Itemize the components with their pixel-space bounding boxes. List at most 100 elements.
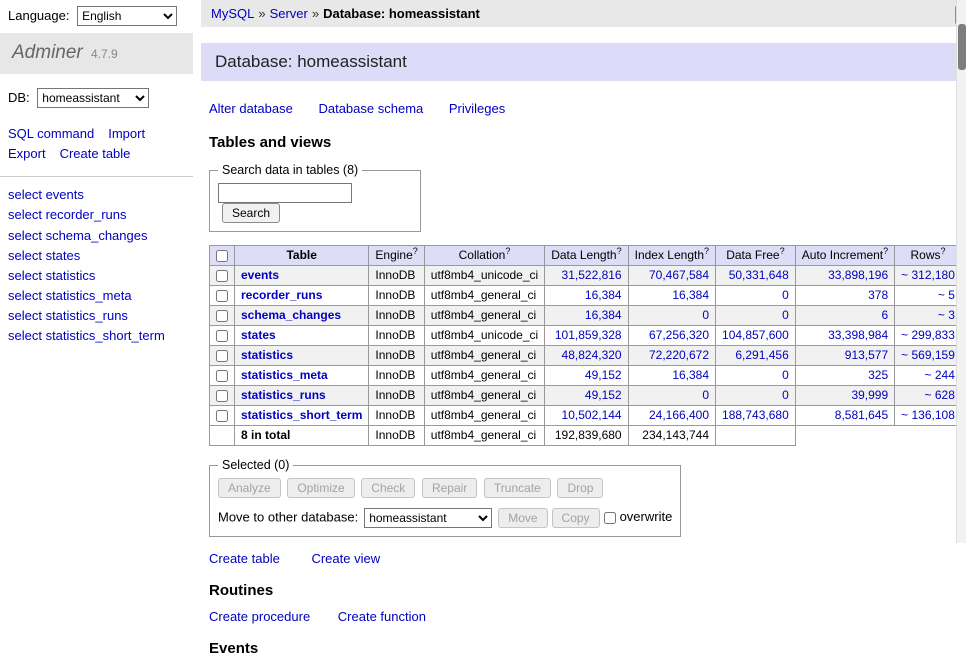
- data-free-link[interactable]: 0: [782, 308, 789, 322]
- sidebar-link-export[interactable]: Export: [8, 146, 46, 161]
- data-length-link[interactable]: 49,152: [585, 388, 622, 402]
- language-select[interactable]: English: [77, 6, 177, 26]
- help-icon[interactable]: ?: [505, 246, 510, 256]
- data-length-link[interactable]: 49,152: [585, 368, 622, 382]
- sidebar-table-link-statistics-runs[interactable]: select statistics_runs: [8, 308, 128, 323]
- index-length-link[interactable]: 24,166,400: [649, 408, 709, 422]
- select-all-checkbox[interactable]: [216, 250, 228, 262]
- rows-link[interactable]: ~ 5: [938, 288, 955, 302]
- truncate-button[interactable]: Truncate: [484, 478, 551, 498]
- vertical-scrollbar[interactable]: [956, 0, 966, 543]
- auto-increment-link[interactable]: 39,999: [851, 388, 888, 402]
- data-length-link[interactable]: 16,384: [585, 288, 622, 302]
- search-button[interactable]: Search: [222, 203, 280, 223]
- optimize-button[interactable]: Optimize: [287, 478, 354, 498]
- sidebar-table-link-recorder-runs[interactable]: select recorder_runs: [8, 207, 127, 222]
- alter-database-link[interactable]: Alter database: [209, 101, 293, 116]
- row-checkbox[interactable]: [216, 350, 228, 362]
- auto-increment-link[interactable]: 8,581,645: [835, 408, 888, 422]
- rows-link[interactable]: ~ 244: [925, 368, 955, 382]
- table-name-link[interactable]: recorder_runs: [241, 288, 322, 302]
- table-name-link[interactable]: statistics_runs: [241, 388, 326, 402]
- data-free-link[interactable]: 0: [782, 368, 789, 382]
- data-free-link[interactable]: 6,291,456: [735, 348, 788, 362]
- index-length-link[interactable]: 16,384: [672, 288, 709, 302]
- index-length-link[interactable]: 0: [702, 308, 709, 322]
- sidebar-table-link-statistics-meta[interactable]: select statistics_meta: [8, 288, 132, 303]
- data-length-link[interactable]: 10,502,144: [562, 408, 622, 422]
- data-free-link[interactable]: 188,743,680: [722, 408, 789, 422]
- auto-increment-link[interactable]: 6: [881, 308, 888, 322]
- drop-button[interactable]: Drop: [557, 478, 603, 498]
- auto-increment-link[interactable]: 33,398,984: [828, 328, 888, 342]
- help-icon[interactable]: ?: [941, 246, 946, 256]
- rows-link[interactable]: ~ 299,833: [901, 328, 955, 342]
- scrollbar-thumb[interactable]: [958, 24, 966, 70]
- row-checkbox[interactable]: [216, 310, 228, 322]
- auto-increment-link[interactable]: 33,898,196: [828, 268, 888, 282]
- table-name-link[interactable]: events: [241, 268, 279, 282]
- overwrite-label[interactable]: overwrite: [620, 509, 673, 524]
- create-view-link[interactable]: Create view: [311, 551, 380, 566]
- data-free-link[interactable]: 0: [782, 288, 789, 302]
- row-checkbox[interactable]: [216, 290, 228, 302]
- data-length-link[interactable]: 31,522,816: [562, 268, 622, 282]
- copy-button[interactable]: Copy: [552, 508, 600, 528]
- data-free-link[interactable]: 104,857,600: [722, 328, 789, 342]
- help-icon[interactable]: ?: [704, 246, 709, 256]
- create-table-link[interactable]: Create table: [209, 551, 280, 566]
- db-select[interactable]: homeassistant: [37, 88, 149, 108]
- index-length-link[interactable]: 67,256,320: [649, 328, 709, 342]
- repair-button[interactable]: Repair: [422, 478, 477, 498]
- row-checkbox[interactable]: [216, 330, 228, 342]
- move-db-select[interactable]: homeassistant: [364, 508, 492, 528]
- create-procedure-link[interactable]: Create procedure: [209, 609, 310, 624]
- data-length-link[interactable]: 16,384: [585, 308, 622, 322]
- sidebar-table-link-statistics[interactable]: select statistics: [8, 268, 95, 283]
- sidebar-table-link-states[interactable]: select states: [8, 248, 80, 263]
- sidebar-link-create-table[interactable]: Create table: [60, 146, 131, 161]
- table-name-link[interactable]: statistics: [241, 348, 293, 362]
- database-schema-link[interactable]: Database schema: [318, 101, 423, 116]
- data-length-link[interactable]: 48,824,320: [562, 348, 622, 362]
- rows-link[interactable]: ~ 628: [925, 388, 955, 402]
- sidebar-table-link-statistics-short-term[interactable]: select statistics_short_term: [8, 328, 165, 343]
- breadcrumb-link-server[interactable]: Server: [270, 6, 308, 21]
- sidebar-table-link-schema-changes[interactable]: select schema_changes: [8, 228, 147, 243]
- row-checkbox[interactable]: [216, 270, 228, 282]
- data-free-link[interactable]: 50,331,648: [729, 268, 789, 282]
- row-checkbox[interactable]: [216, 390, 228, 402]
- auto-increment-link[interactable]: 378: [868, 288, 888, 302]
- check-button[interactable]: Check: [361, 478, 415, 498]
- sidebar-table-link-events[interactable]: select events: [8, 187, 84, 202]
- rows-link[interactable]: ~ 3: [938, 308, 955, 322]
- index-length-link[interactable]: 72,220,672: [649, 348, 709, 362]
- help-icon[interactable]: ?: [617, 246, 622, 256]
- rows-link[interactable]: ~ 569,159: [901, 348, 955, 362]
- help-icon[interactable]: ?: [780, 246, 785, 256]
- sidebar-link-sql-command[interactable]: SQL command: [8, 126, 94, 141]
- help-icon[interactable]: ?: [883, 246, 888, 256]
- rows-link[interactable]: ~ 136,108: [901, 408, 955, 422]
- index-length-link[interactable]: 16,384: [672, 368, 709, 382]
- analyze-button[interactable]: Analyze: [218, 478, 281, 498]
- auto-increment-link[interactable]: 913,577: [845, 348, 888, 362]
- table-name-link[interactable]: statistics_short_term: [241, 408, 362, 422]
- row-checkbox[interactable]: [216, 370, 228, 382]
- table-name-link[interactable]: states: [241, 328, 276, 342]
- index-length-link[interactable]: 0: [702, 388, 709, 402]
- data-length-link[interactable]: 101,859,328: [555, 328, 622, 342]
- table-name-link[interactable]: statistics_meta: [241, 368, 328, 382]
- breadcrumb-link-mysql[interactable]: MySQL: [211, 6, 254, 21]
- index-length-link[interactable]: 70,467,584: [649, 268, 709, 282]
- create-function-link[interactable]: Create function: [338, 609, 426, 624]
- sidebar-link-import[interactable]: Import: [108, 126, 145, 141]
- move-button[interactable]: Move: [498, 508, 547, 528]
- auto-increment-link[interactable]: 325: [868, 368, 888, 382]
- overwrite-checkbox[interactable]: [604, 512, 616, 524]
- rows-link[interactable]: ~ 312,180: [901, 268, 955, 282]
- privileges-link[interactable]: Privileges: [449, 101, 505, 116]
- row-checkbox[interactable]: [216, 410, 228, 422]
- table-name-link[interactable]: schema_changes: [241, 308, 341, 322]
- data-free-link[interactable]: 0: [782, 388, 789, 402]
